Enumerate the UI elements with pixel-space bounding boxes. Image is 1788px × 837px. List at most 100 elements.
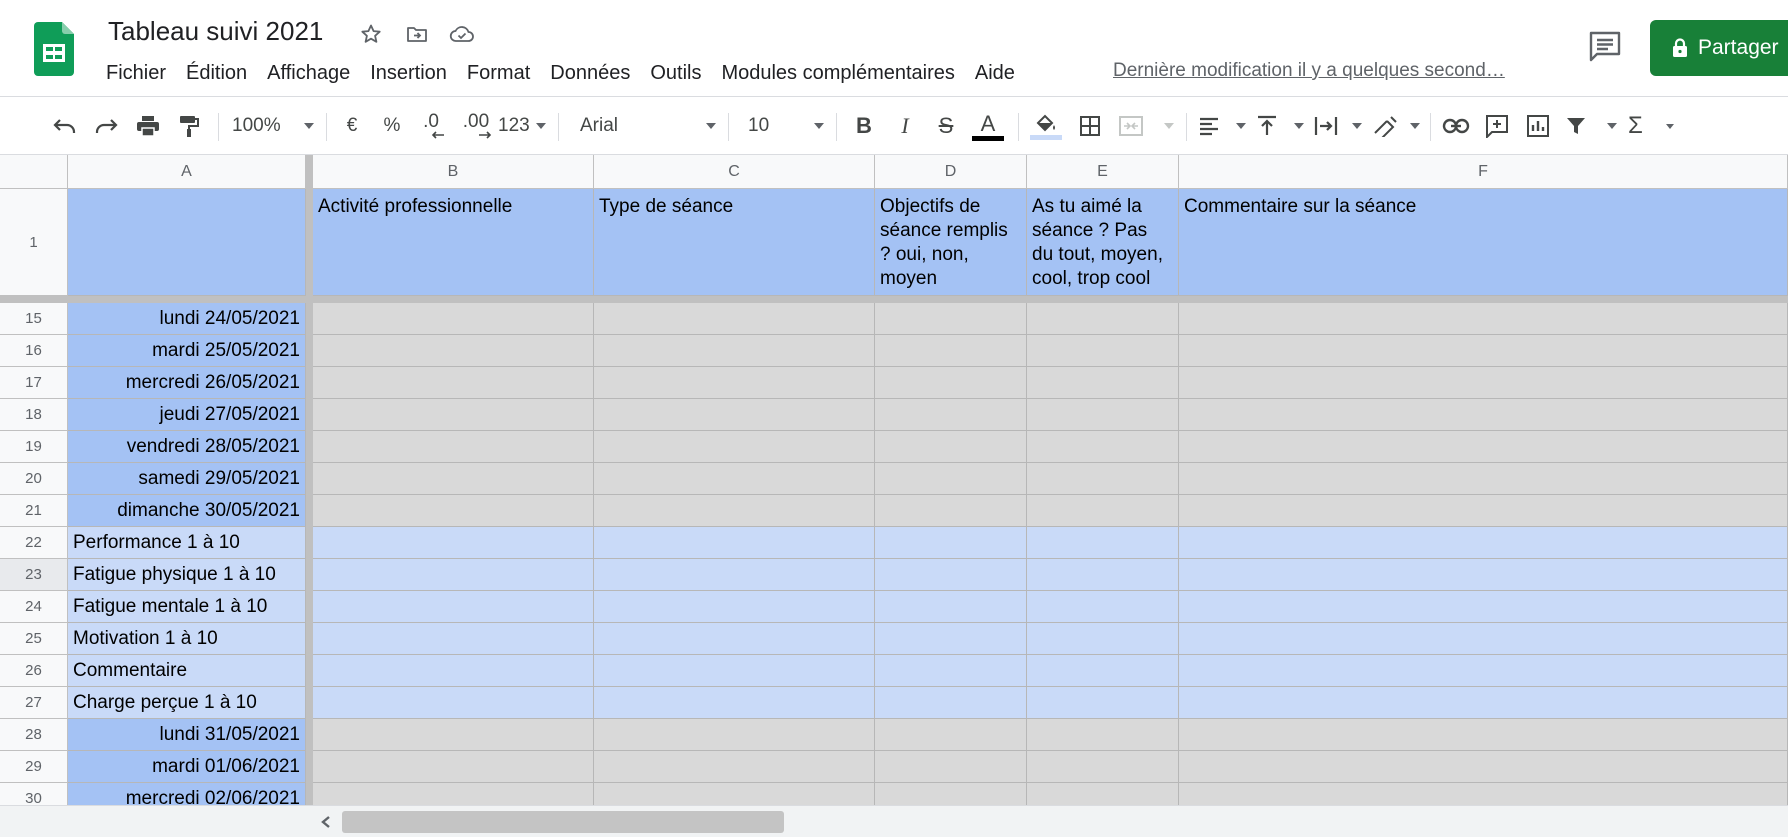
cell-c21[interactable] <box>594 495 875 527</box>
cell-a16[interactable]: mardi 25/05/2021 <box>68 335 306 367</box>
cell-e19[interactable] <box>1027 431 1179 463</box>
cell-a29[interactable]: mardi 01/06/2021 <box>68 751 306 783</box>
column-header-f[interactable]: F <box>1179 155 1788 189</box>
cell-d22[interactable] <box>875 527 1027 559</box>
menu-tools[interactable]: Outils <box>640 58 711 88</box>
header-cell-e[interactable]: As tu aimé la séance ? Pas du tout, moye… <box>1027 189 1179 296</box>
filter-button[interactable] <box>1565 109 1617 143</box>
cell-a28[interactable]: lundi 31/05/2021 <box>68 719 306 751</box>
cell-d24[interactable] <box>875 591 1027 623</box>
cell-d23[interactable] <box>875 559 1027 591</box>
undo-icon[interactable] <box>50 109 80 143</box>
strikethrough-button[interactable]: S <box>931 109 961 143</box>
row-header-19[interactable]: 19 <box>0 431 68 463</box>
cell-f29[interactable] <box>1179 751 1788 783</box>
row-header-20[interactable]: 20 <box>0 463 68 495</box>
menu-data[interactable]: Données <box>540 58 640 88</box>
vertical-align-button[interactable] <box>1256 109 1304 143</box>
cell-c25[interactable] <box>594 623 875 655</box>
cell-e20[interactable] <box>1027 463 1179 495</box>
cell-c29[interactable] <box>594 751 875 783</box>
cell-d28[interactable] <box>875 719 1027 751</box>
cell-b25[interactable] <box>313 623 594 655</box>
sheets-logo-icon[interactable] <box>34 22 74 76</box>
insert-link-icon[interactable] <box>1440 109 1472 143</box>
cell-a19[interactable]: vendredi 28/05/2021 <box>68 431 306 463</box>
cell-b28[interactable] <box>313 719 594 751</box>
cell-d27[interactable] <box>875 687 1027 719</box>
cell-f20[interactable] <box>1179 463 1788 495</box>
text-rotation-button[interactable] <box>1372 109 1420 143</box>
cell-d18[interactable] <box>875 399 1027 431</box>
cell-f23[interactable] <box>1179 559 1788 591</box>
number-format-select[interactable]: 123 <box>498 109 546 143</box>
cell-c26[interactable] <box>594 655 875 687</box>
row-header-22[interactable]: 22 <box>0 527 68 559</box>
cell-d21[interactable] <box>875 495 1027 527</box>
italic-button[interactable]: I <box>890 109 920 143</box>
cell-c22[interactable] <box>594 527 875 559</box>
cell-a18[interactable]: jeudi 27/05/2021 <box>68 399 306 431</box>
cell-a23[interactable]: Fatigue physique 1 à 10 <box>68 559 306 591</box>
frozen-column-divider[interactable] <box>306 155 313 805</box>
cell-c23[interactable] <box>594 559 875 591</box>
cell-f17[interactable] <box>1179 367 1788 399</box>
cell-f26[interactable] <box>1179 655 1788 687</box>
cell-f16[interactable] <box>1179 335 1788 367</box>
cell-e18[interactable] <box>1027 399 1179 431</box>
bold-button[interactable]: B <box>849 109 879 143</box>
cell-f24[interactable] <box>1179 591 1788 623</box>
cell-a15[interactable]: lundi 24/05/2021 <box>68 303 306 335</box>
merge-cells-button[interactable] <box>1118 109 1174 143</box>
cell-b16[interactable] <box>313 335 594 367</box>
cell-b24[interactable] <box>313 591 594 623</box>
menu-edit[interactable]: Édition <box>176 58 257 88</box>
row-header-17[interactable]: 17 <box>0 367 68 399</box>
row-header-15[interactable]: 15 <box>0 303 68 335</box>
cell-a26[interactable]: Commentaire <box>68 655 306 687</box>
row-header-1[interactable]: 1 <box>0 189 68 296</box>
menu-format[interactable]: Format <box>457 58 540 88</box>
cell-e25[interactable] <box>1027 623 1179 655</box>
menu-help[interactable]: Aide <box>965 58 1025 88</box>
cell-e17[interactable] <box>1027 367 1179 399</box>
row-header-28[interactable]: 28 <box>0 719 68 751</box>
row-header-29[interactable]: 29 <box>0 751 68 783</box>
cell-b15[interactable] <box>313 303 594 335</box>
cell-f27[interactable] <box>1179 687 1788 719</box>
header-cell-b[interactable]: Activité professionnelle <box>313 189 594 296</box>
cell-b23[interactable] <box>313 559 594 591</box>
row-header-25[interactable]: 25 <box>0 623 68 655</box>
cell-f28[interactable] <box>1179 719 1788 751</box>
cell-f18[interactable] <box>1179 399 1788 431</box>
row-header-18[interactable]: 18 <box>0 399 68 431</box>
cell-a17[interactable]: mercredi 26/05/2021 <box>68 367 306 399</box>
cell-c20[interactable] <box>594 463 875 495</box>
cell-e21[interactable] <box>1027 495 1179 527</box>
select-all-corner[interactable] <box>0 155 68 189</box>
cell-e27[interactable] <box>1027 687 1179 719</box>
insert-comment-icon[interactable] <box>1481 109 1513 143</box>
cell-f25[interactable] <box>1179 623 1788 655</box>
cell-b20[interactable] <box>313 463 594 495</box>
cell-e26[interactable] <box>1027 655 1179 687</box>
font-family-select[interactable]: Arial <box>580 109 716 143</box>
cell-b21[interactable] <box>313 495 594 527</box>
cell-c16[interactable] <box>594 335 875 367</box>
cell-b19[interactable] <box>313 431 594 463</box>
cell-d29[interactable] <box>875 751 1027 783</box>
cell-c27[interactable] <box>594 687 875 719</box>
cloud-saved-icon[interactable] <box>448 20 476 48</box>
star-icon[interactable] <box>357 20 385 48</box>
header-cell-c[interactable]: Type de séance <box>594 189 875 296</box>
menu-addons[interactable]: Modules complémentaires <box>711 58 964 88</box>
cell-b17[interactable] <box>313 367 594 399</box>
cell-a20[interactable]: samedi 29/05/2021 <box>68 463 306 495</box>
column-header-b[interactable]: B <box>313 155 594 189</box>
cell-e24[interactable] <box>1027 591 1179 623</box>
cell-d26[interactable] <box>875 655 1027 687</box>
row-header-27[interactable]: 27 <box>0 687 68 719</box>
horizontal-align-button[interactable] <box>1198 109 1246 143</box>
print-icon[interactable] <box>133 109 163 143</box>
redo-icon[interactable] <box>91 109 121 143</box>
